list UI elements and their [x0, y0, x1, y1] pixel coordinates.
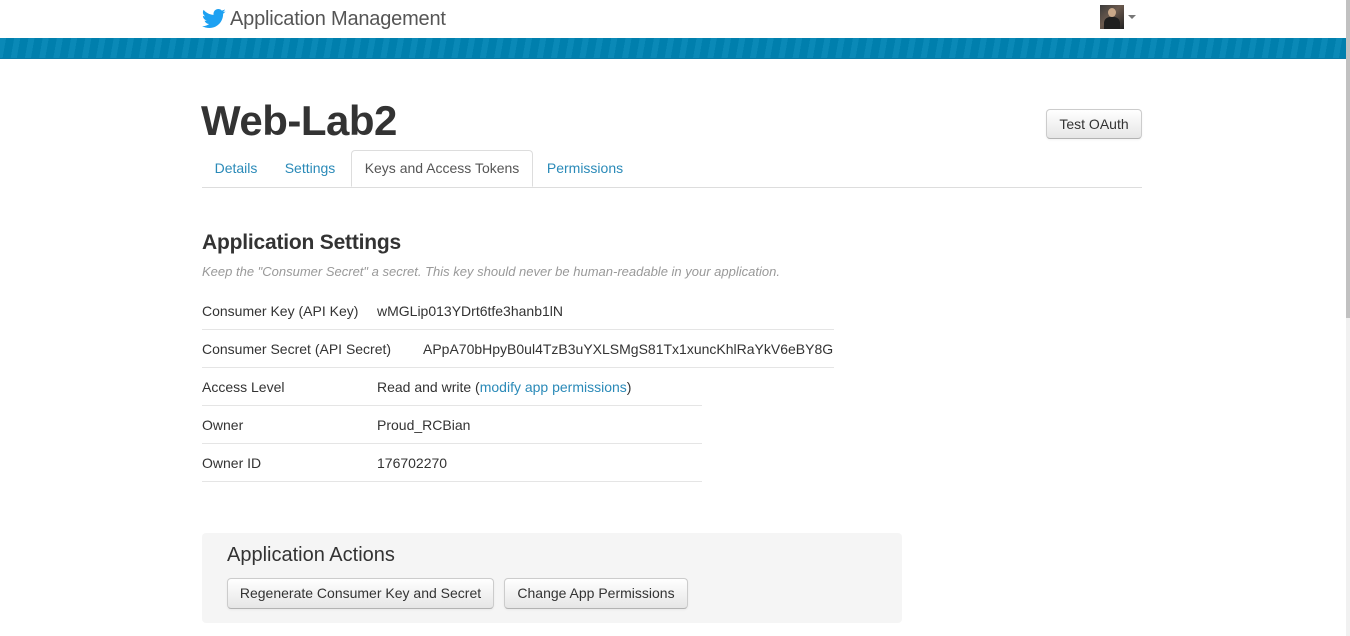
application-actions-panel: Application Actions Regenerate Consumer … [202, 533, 902, 623]
consumer-key-label: Consumer Key (API Key) [202, 303, 359, 319]
page: Application Management Web-Lab2 Test OAu… [0, 0, 1346, 636]
settings-row-consumer-secret: Consumer Secret (API Secret) APpA70bHpyB… [202, 330, 834, 368]
owner-id-label: Owner ID [202, 455, 262, 471]
regenerate-consumer-key-button[interactable]: Regenerate Consumer Key and Secret [227, 578, 494, 609]
header-band [0, 38, 1346, 59]
tab-keys-and-access-tokens[interactable]: Keys and Access Tokens [351, 150, 533, 187]
owner-label: Owner [202, 417, 244, 433]
tab-bar: Details Settings Keys and Access Tokens … [202, 150, 1142, 188]
owner-id-value: 176702270 [377, 455, 448, 471]
settings-row-owner-id: Owner ID 176702270 [202, 444, 702, 482]
caret-down-icon[interactable] [1128, 15, 1136, 19]
access-level-text: Read and write ( [377, 379, 480, 395]
change-app-permissions-button[interactable]: Change App Permissions [504, 578, 688, 609]
settings-row-consumer-key: Consumer Key (API Key) wMGLip013YDrt6tfe… [202, 292, 834, 330]
test-oauth-button[interactable]: Test OAuth [1046, 109, 1142, 139]
tab-permissions[interactable]: Permissions [535, 150, 635, 187]
brand[interactable]: Application Management [202, 6, 446, 32]
access-level-suffix: ) [626, 379, 632, 395]
consumer-secret-label: Consumer Secret (API Secret) [202, 341, 392, 357]
settings-row-owner: Owner Proud_RCBian [202, 406, 702, 444]
application-settings-heading: Application Settings [202, 231, 402, 254]
access-level-label: Access Level [202, 379, 285, 395]
application-actions-heading: Application Actions [227, 544, 395, 566]
app-management-title: Application Management [230, 7, 446, 30]
top-navbar: Application Management [0, 0, 1346, 38]
consumer-secret-note: Keep the "Consumer Secret" a secret. Thi… [202, 264, 780, 279]
page-title: Web-Lab2 [201, 97, 397, 144]
owner-value: Proud_RCBian [377, 417, 471, 433]
scrollbar-thumb[interactable] [1346, 0, 1350, 318]
tab-settings[interactable]: Settings [272, 150, 348, 187]
consumer-key-value: wMGLip013YDrt6tfe3hanb1lN [377, 303, 563, 319]
avatar[interactable] [1100, 5, 1124, 29]
modify-app-permissions-link[interactable]: modify app permissions [480, 379, 627, 395]
access-level-value: Read and write (modify app permissions) [377, 368, 631, 406]
tab-details[interactable]: Details [202, 150, 270, 187]
user-menu[interactable] [1100, 5, 1136, 29]
twitter-bird-icon [202, 9, 226, 28]
consumer-secret-value: APpA70bHpyB0ul4TzB3uYXLSMgS81Tx1xuncKhlR… [423, 341, 834, 357]
settings-row-access-level: Access Level Read and write (modify app … [202, 368, 702, 406]
